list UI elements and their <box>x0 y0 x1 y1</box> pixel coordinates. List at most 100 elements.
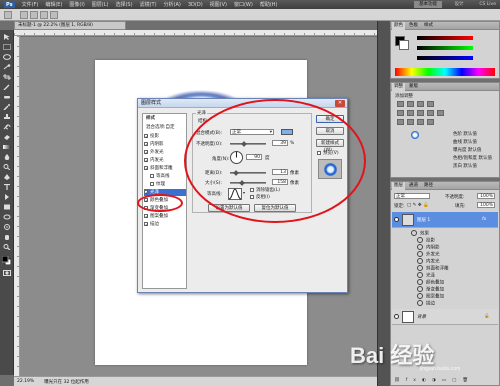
checkbox-icon[interactable]: ✓ <box>144 165 148 170</box>
layer-row-layer1[interactable]: 图层 1 fx <box>392 212 498 228</box>
workspace-design-button[interactable]: 设计 <box>446 1 472 8</box>
type-tool-icon[interactable] <box>3 184 11 190</box>
marquee-tool-icon[interactable] <box>3 44 11 50</box>
clone-stamp-tool-icon[interactable] <box>3 114 11 120</box>
blue-channel-slider[interactable] <box>417 56 473 60</box>
checkbox-icon[interactable]: ✓ <box>144 189 148 194</box>
checkbox-icon[interactable]: ✓ <box>144 221 148 226</box>
fx-icon[interactable]: fx <box>482 217 486 222</box>
green-channel-slider[interactable] <box>417 46 473 50</box>
checkbox-icon[interactable] <box>150 181 154 186</box>
menu-file[interactable]: 文件(F) <box>22 1 39 8</box>
eyedropper-tool-icon[interactable] <box>3 84 11 90</box>
layer-opacity-input[interactable]: 100% <box>477 193 495 199</box>
checkbox-icon[interactable]: ✓ <box>144 157 148 162</box>
exposure-icon[interactable] <box>427 101 434 107</box>
posterize-icon[interactable] <box>407 119 414 125</box>
option-intersect-selection-icon[interactable] <box>50 11 58 19</box>
tab-layers[interactable]: 图层 <box>392 182 405 190</box>
photo-filter-icon[interactable] <box>437 110 444 116</box>
menu-analysis[interactable]: 分析(A) <box>164 1 181 8</box>
preset-curves[interactable]: 曲线 默认值 <box>453 139 477 145</box>
vibrance-icon[interactable] <box>397 110 404 116</box>
background-color-icon[interactable] <box>399 40 409 50</box>
preset-black-white[interactable]: 黑白 默认值 <box>453 163 477 169</box>
style-item-outer-glow[interactable]: ✓ 外发光 <box>144 149 186 156</box>
hue-saturation-icon[interactable] <box>407 110 414 116</box>
checkbox-icon[interactable] <box>150 173 154 178</box>
eye-icon[interactable] <box>394 217 399 222</box>
tool-preset-picker[interactable] <box>4 11 12 19</box>
levels-icon[interactable] <box>407 101 414 107</box>
3d-rotate-tool-icon[interactable] <box>3 214 11 220</box>
dialog-close-button[interactable]: ✕ <box>335 100 345 107</box>
blending-options-item[interactable]: 混合选项:自定 <box>144 124 186 131</box>
menu-select[interactable]: 选择(S) <box>115 1 132 8</box>
lock-icons[interactable]: □ ✎ ✥ 🔒 <box>407 203 429 208</box>
style-item-drop-shadow[interactable]: ✓ 投影 <box>144 133 186 140</box>
effect-row[interactable]: 内发光 <box>417 258 440 265</box>
crop-tool-icon[interactable] <box>3 74 11 80</box>
shape-tool-icon[interactable] <box>3 204 11 210</box>
workspace-essentials-button[interactable]: 基本功能 <box>414 1 442 8</box>
effect-row[interactable]: 描边 <box>417 300 435 307</box>
checkbox-icon[interactable]: ✓ <box>144 149 148 154</box>
effect-row[interactable]: 图案叠加 <box>417 293 444 300</box>
effect-row[interactable]: 渐变叠加 <box>417 286 444 293</box>
tab-paths[interactable]: 路径 <box>422 182 435 190</box>
tab-swatches[interactable]: 色板 <box>407 22 420 30</box>
dodge-tool-icon[interactable] <box>3 164 11 170</box>
layer-blend-mode-select[interactable]: 正常 <box>394 193 430 199</box>
layer-fill-input[interactable]: 100% <box>477 202 495 208</box>
3d-orbit-tool-icon[interactable] <box>3 224 11 230</box>
threshold-icon[interactable] <box>417 119 424 125</box>
effect-row[interactable]: 内阴影 <box>417 244 440 251</box>
style-item-bevel-emboss[interactable]: ✓ 斜面和浮雕 <box>144 165 186 172</box>
checkbox-icon[interactable]: ✓ <box>144 213 148 218</box>
menu-window[interactable]: 窗口(W) <box>234 1 253 8</box>
lasso-tool-icon[interactable] <box>3 54 11 60</box>
gradient-tool-icon[interactable] <box>3 144 11 150</box>
layers-footer-icons[interactable]: ⛓fx◐◑▭▢🗑 <box>394 378 498 384</box>
document-tab[interactable]: 未标题-1 @ 22.2% (图层 1, RGB/8) <box>14 21 126 30</box>
menu-3d[interactable]: 3D(D) <box>188 2 203 8</box>
style-item-texture[interactable]: 纹理 <box>144 181 186 188</box>
menu-edit[interactable]: 编辑(E) <box>45 1 62 8</box>
effect-row[interactable]: 光泽 <box>417 272 435 279</box>
quick-select-tool-icon[interactable] <box>3 64 11 70</box>
pen-tool-icon[interactable] <box>3 174 11 180</box>
foreground-color-swatch[interactable] <box>2 256 11 265</box>
eye-icon[interactable] <box>394 314 399 319</box>
style-item-inner-shadow[interactable]: ✓ 内阴影 <box>144 141 186 148</box>
style-item-stroke[interactable]: ✓ 描边 <box>144 221 186 228</box>
blur-tool-icon[interactable] <box>3 154 11 160</box>
history-brush-tool-icon[interactable] <box>3 124 11 130</box>
menu-layer[interactable]: 图层(L) <box>92 1 109 8</box>
styles-header[interactable]: 样式 <box>144 115 186 122</box>
hand-tool-icon[interactable] <box>3 234 11 240</box>
zoom-tool-icon[interactable] <box>3 244 11 250</box>
style-item-contour[interactable]: 等高线 <box>144 173 186 180</box>
brightness-icon[interactable] <box>397 101 404 107</box>
menu-view[interactable]: 视图(V) <box>210 1 227 8</box>
menu-filter[interactable]: 滤镜(T) <box>140 1 157 8</box>
option-subtract-selection-icon[interactable] <box>40 11 48 19</box>
invert-icon[interactable] <box>397 119 404 125</box>
option-new-selection-icon[interactable] <box>20 11 28 19</box>
black-white-icon[interactable] <box>427 110 434 116</box>
effect-row[interactable]: 颜色叠加 <box>417 279 444 286</box>
cs-live-button[interactable]: CS Live <box>479 1 496 8</box>
tab-adjustments[interactable]: 调整 <box>392 83 405 91</box>
healing-brush-tool-icon[interactable] <box>3 94 11 100</box>
tab-masks[interactable]: 蒙版 <box>407 83 420 91</box>
color-balance-icon[interactable] <box>417 110 424 116</box>
checkbox-icon[interactable]: ✓ <box>144 141 148 146</box>
effect-row[interactable]: 投影 <box>417 237 435 244</box>
tab-color[interactable]: 颜色 <box>392 22 405 30</box>
option-add-selection-icon[interactable] <box>30 11 38 19</box>
preset-exposure[interactable]: 曝光度 默认值 <box>453 147 481 153</box>
move-tool-icon[interactable] <box>3 34 11 40</box>
style-item-inner-glow[interactable]: ✓ 内发光 <box>144 157 186 164</box>
effects-header[interactable]: 效果 <box>411 230 429 237</box>
quick-mask-icon[interactable] <box>3 270 11 276</box>
